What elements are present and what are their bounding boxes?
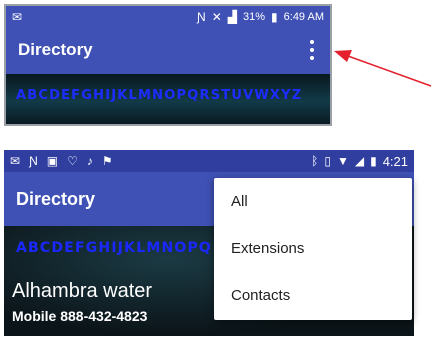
overflow-popup-menu: All Extensions Contacts: [214, 178, 412, 320]
menu-item-all[interactable]: All: [214, 178, 412, 225]
alphabet-bar: ABCDEFGHIJKLMNOPQRSTUVWXYZ: [6, 74, 330, 124]
mail-icon: ✉: [10, 154, 21, 168]
nfc-icon: Ɲ: [197, 10, 206, 24]
google-plus-icon: ▣: [46, 154, 59, 168]
mute-icon: ✕: [211, 10, 222, 24]
flag-icon: ⚑: [101, 154, 113, 168]
app-bar: Directory: [6, 28, 330, 74]
top-screenshot: ✉ Ɲ ✕ ▟ 31% ▮ 6:49 AM Directory ABCDEFGH…: [4, 4, 332, 126]
annotation-arrow: [334, 50, 432, 87]
contact-name[interactable]: Alhambra water: [12, 280, 152, 303]
app-title: Directory: [18, 40, 93, 59]
wifi-icon: ▼: [336, 154, 349, 168]
battery-percent: 31%: [243, 11, 266, 23]
status-time: 6:49 AM: [283, 11, 324, 23]
overflow-menu-icon[interactable]: [308, 40, 316, 60]
status-bar: ✉ Ɲ ✕ ▟ 31% ▮ 6:49 AM: [6, 6, 330, 28]
signal-icon: ◢: [354, 154, 365, 168]
battery-icon: ▮: [370, 154, 377, 168]
system-icons: ᛒ ▯ ▼ ◢ ▮ 4:21: [311, 154, 408, 169]
menu-item-contacts[interactable]: Contacts: [214, 272, 412, 319]
heart-icon: ♡: [67, 154, 78, 168]
status-right: Ɲ ✕ ▟ 31% ▮ 6:49 AM: [197, 10, 324, 24]
nfc-icon: Ɲ: [29, 154, 38, 168]
status-time: 4:21: [382, 153, 408, 169]
menu-item-extensions[interactable]: Extensions: [214, 225, 412, 272]
battery-icon: ▮: [271, 10, 278, 24]
bell-icon: ♪: [86, 154, 93, 168]
signal-icon: ▟: [227, 10, 237, 24]
notification-icons: ✉ Ɲ ▣ ♡ ♪ ⚑: [10, 154, 113, 168]
app-title: Directory: [16, 189, 96, 209]
status-bar: ✉ Ɲ ▣ ♡ ♪ ⚑ ᛒ ▯ ▼ ◢ ▮ 4:21: [4, 150, 414, 172]
bluetooth-icon: ᛒ: [311, 154, 319, 168]
vibrate-icon: ▯: [324, 154, 331, 168]
contact-phone[interactable]: Mobile 888-432-4823: [12, 308, 147, 324]
alphabet-index[interactable]: ABCDEFGHIJKLMNOPQ: [16, 240, 212, 256]
alphabet-index[interactable]: ABCDEFGHIJKLMNOPQRSTUVWXYZ: [16, 88, 302, 103]
mail-icon: ✉: [12, 10, 23, 24]
